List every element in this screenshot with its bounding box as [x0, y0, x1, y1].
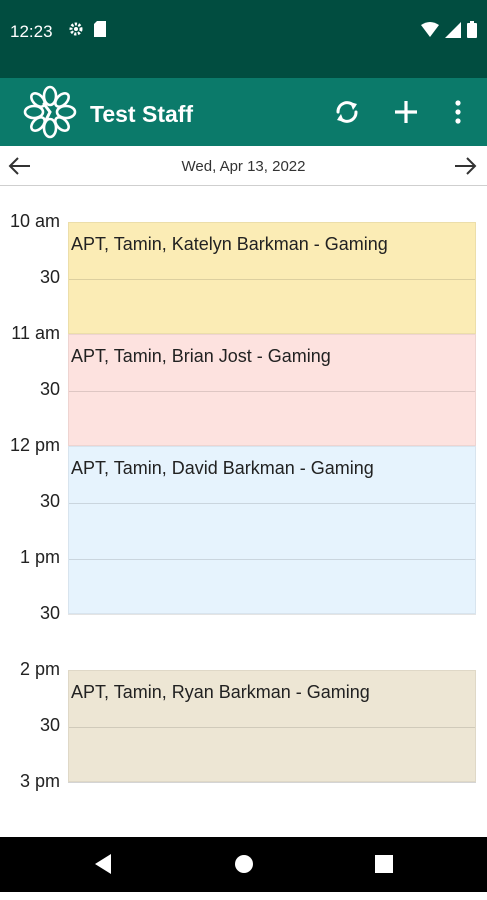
- time-label: 30: [39, 491, 60, 511]
- home-icon: [235, 855, 253, 873]
- add-button[interactable]: [386, 92, 426, 132]
- time-label: 2 pm: [19, 659, 60, 679]
- status-time: 12:23: [10, 22, 53, 41]
- wifi-icon: [421, 21, 439, 37]
- event-title: APT, Tamin, David Barkman - Gaming: [71, 458, 374, 478]
- time-label: 30: [39, 267, 60, 287]
- grid-line: [68, 782, 476, 783]
- sd-card-icon: [94, 21, 106, 37]
- date-navigator: Wed, Apr 13, 2022: [0, 146, 487, 186]
- time-label: 1 pm: [19, 547, 60, 567]
- event-title: APT, Tamin, Katelyn Barkman - Gaming: [71, 234, 388, 254]
- event-divider: [69, 391, 475, 392]
- event-divider: [69, 559, 475, 560]
- sync-icon: [336, 101, 358, 123]
- next-day-button[interactable]: [450, 151, 480, 181]
- add-icon: [395, 101, 417, 123]
- event-title: APT, Tamin, Brian Jost - Gaming: [71, 346, 331, 366]
- time-label: 10 am: [9, 211, 60, 231]
- event-divider: [69, 279, 475, 280]
- grid-line: [68, 614, 476, 615]
- app-title: Test Staff: [90, 101, 194, 127]
- event-title: APT, Tamin, Ryan Barkman - Gaming: [71, 682, 370, 702]
- event-block[interactable]: APT, Tamin, David Barkman - Gaming: [68, 446, 476, 614]
- gear-icon: [69, 22, 83, 36]
- event-divider: [69, 727, 475, 728]
- cell-signal-icon: [445, 21, 461, 38]
- recents-button[interactable]: [369, 849, 399, 879]
- time-label: 3 pm: [19, 771, 60, 791]
- event-block[interactable]: APT, Tamin, Katelyn Barkman - Gaming: [68, 222, 476, 334]
- status-icons-left: [68, 21, 106, 37]
- time-label: 30: [39, 603, 60, 623]
- home-button[interactable]: [229, 849, 259, 879]
- current-date-label: Wed, Apr 13, 2022: [181, 158, 306, 175]
- battery-icon: [467, 21, 477, 38]
- system-nav-bar: [0, 837, 487, 892]
- time-label: 30: [39, 715, 60, 735]
- event-block[interactable]: APT, Tamin, Ryan Barkman - Gaming: [68, 670, 476, 782]
- time-label: 12 pm: [9, 435, 60, 455]
- back-button[interactable]: [88, 849, 118, 879]
- arrow-right-icon: [455, 157, 477, 175]
- more-options-button[interactable]: [438, 92, 478, 132]
- time-label: 11 am: [11, 323, 60, 343]
- time-label: 30: [39, 379, 60, 399]
- sync-button[interactable]: [327, 92, 367, 132]
- app-logo-icon: [23, 85, 77, 139]
- more-vert-icon: [455, 100, 461, 124]
- status-bar: 12:23: [0, 0, 487, 78]
- status-icons-right: [421, 21, 477, 38]
- back-icon: [95, 854, 111, 874]
- app-bar: Test Staff: [0, 78, 487, 146]
- recents-icon: [375, 855, 393, 873]
- event-divider: [69, 503, 475, 504]
- event-block[interactable]: APT, Tamin, Brian Jost - Gaming: [68, 334, 476, 446]
- day-calendar[interactable]: 10 am 30 11 am 30 12 pm 30 1 pm 30 2 pm 30 3 pm APT…: [0, 187, 487, 837]
- bottom-edge: [0, 892, 487, 900]
